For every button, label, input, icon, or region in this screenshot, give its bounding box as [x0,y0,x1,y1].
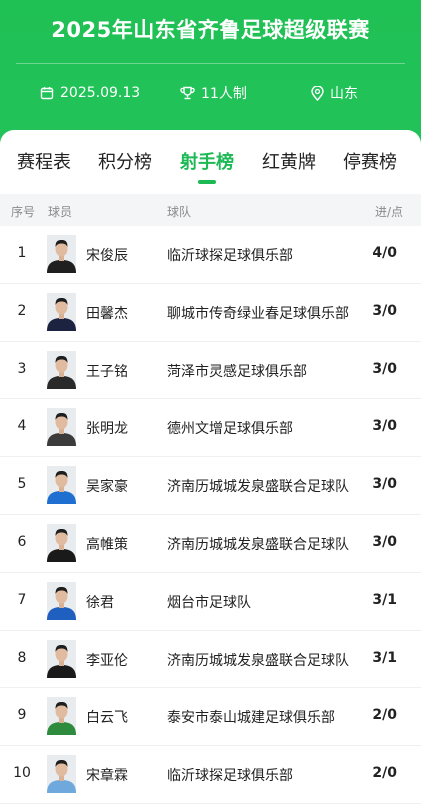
team-name: 济南历城城发泉盛联合足球队 [167,479,349,496]
column-team: 球队 [167,205,192,219]
team-name: 临沂球探足球俱乐部 [167,248,293,264]
goals-penalties: 3/0 [372,418,397,435]
goals-penalties: 3/0 [372,302,397,319]
tab-bar: 赛程表 积分榜 射手榜 红黄牌 停赛榜 [0,130,421,194]
active-tab-indicator [198,180,216,184]
team-name: 济南历城城发泉盛联合足球队 [167,652,349,669]
rank-number: 6 [17,533,27,550]
column-score: 进/点 [374,205,403,219]
column-rank: 序号 [11,205,36,219]
player-avatar [47,755,76,794]
player-name: 李亚伦 [86,652,128,669]
player-avatar [47,408,76,447]
team-name: 聊城市传奇绿业春足球俱乐部 [167,305,349,322]
team-name: 烟台市足球队 [167,594,251,611]
player-name: 宋章霖 [86,768,128,785]
table-row[interactable]: 8 李亚伦 济南历城城发泉盛联合足球队 3/1 [0,631,421,689]
calendar-icon [40,87,54,100]
player-avatar [47,235,76,273]
player-avatar [47,697,76,736]
format-info: 11人制 [180,82,247,104]
team-name: 德州文增足球俱乐部 [167,421,293,438]
goals-penalties: 4/0 [372,245,397,261]
tab-cards[interactable]: 红黄牌 [247,148,331,174]
rank-number: 10 [13,765,31,782]
player-name: 宋俊辰 [86,248,128,264]
player-name: 王子铭 [86,363,128,380]
column-player: 球员 [48,205,73,219]
table-header: 序号 球员 球队 进/点 [0,194,421,226]
goals-penalties: 3/0 [372,533,397,550]
location-info: 山东 [311,82,358,104]
team-name: 济南历城城发泉盛联合足球队 [167,536,349,553]
table-row[interactable]: 4 张明龙 德州文增足球俱乐部 3/0 [0,399,421,458]
rank-number: 8 [17,649,27,666]
goals-penalties: 3/1 [372,649,397,666]
player-name: 高帷策 [86,536,128,553]
rank-number: 4 [17,418,27,435]
table-row[interactable]: 2 田馨杰 聊城市传奇绿业春足球俱乐部 3/0 [0,284,421,342]
rank-number: 5 [17,476,27,493]
date-info: 2025.09.13 [40,82,140,104]
player-avatar [47,350,76,389]
player-avatar [47,523,76,562]
player-name: 徐君 [86,594,114,611]
trophy-icon [180,86,195,100]
player-avatar [47,292,76,331]
goals-penalties: 3/0 [372,476,397,493]
table-row[interactable]: 1 宋俊辰 临沂球探足球俱乐部 4/0 [0,226,421,284]
player-name: 田馨杰 [86,305,128,322]
table-row[interactable]: 5 吴家豪 济南历城城发泉盛联合足球队 3/0 [0,457,421,515]
rank-number: 3 [17,360,27,377]
header-divider [16,63,405,64]
player-name: 白云飞 [86,710,128,727]
player-avatar [47,581,76,620]
rank-number: 2 [17,302,27,319]
table-row[interactable]: 6 高帷策 济南历城城发泉盛联合足球队 3/0 [0,515,421,573]
tab-standings[interactable]: 积分榜 [83,148,167,174]
player-name: 张明龙 [86,421,128,438]
location-pin-icon [311,85,324,101]
scorer-list: 1 宋俊辰 临沂球探足球俱乐部 4/0 2 田馨杰 聊城市传奇绿业春足球俱乐部 3/0 3 王子铭… [0,226,421,804]
goals-penalties: 2/0 [372,707,397,724]
player-avatar [47,639,76,678]
player-name: 吴家豪 [86,479,128,496]
tab-schedule[interactable]: 赛程表 [2,148,86,174]
tab-suspensions[interactable]: 停赛榜 [328,148,412,174]
table-row[interactable]: 3 王子铭 菏泽市灵感足球俱乐部 3/0 [0,342,421,400]
team-name: 菏泽市灵感足球俱乐部 [167,363,307,380]
rank-number: 7 [17,591,27,608]
match-format: 11人制 [201,86,247,102]
rank-number: 9 [17,707,27,724]
player-avatar [47,466,76,505]
rank-number: 1 [17,245,27,261]
header-banner: 2025年山东省齐鲁足球超级联赛 2025.09.13 11人制 山东 [0,0,421,150]
tab-scorers[interactable]: 射手榜 [165,148,249,174]
team-name: 泰安市泰山城建足球俱乐部 [167,710,335,727]
goals-penalties: 3/1 [372,591,397,608]
goals-penalties: 2/0 [372,765,397,782]
match-location: 山东 [330,86,358,102]
match-date: 2025.09.13 [60,85,141,101]
table-row[interactable]: 10 宋章霖 临沂球探足球俱乐部 2/0 [0,746,421,804]
table-row[interactable]: 7 徐君 烟台市足球队 3/1 [0,573,421,631]
goals-penalties: 3/0 [372,360,397,377]
table-row[interactable]: 9 白云飞 泰安市泰山城建足球俱乐部 2/0 [0,688,421,747]
content-card: 赛程表 积分榜 射手榜 红黄牌 停赛榜 序号 球员 球队 进/点 1 宋俊辰 临沂球… [0,130,421,804]
league-title: 2025年山东省齐鲁足球超级联赛 [51,18,370,42]
team-name: 临沂球探足球俱乐部 [167,768,293,785]
